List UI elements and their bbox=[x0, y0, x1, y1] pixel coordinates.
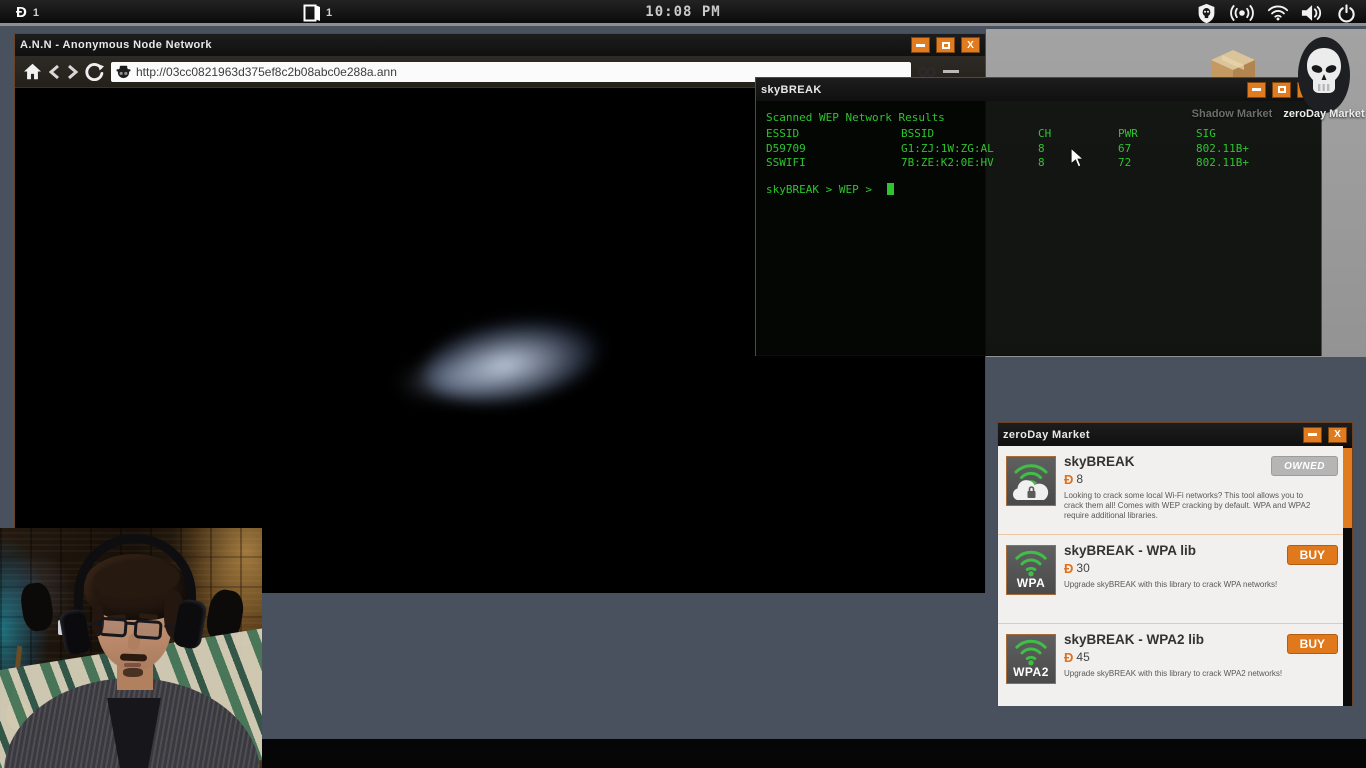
refresh-button[interactable] bbox=[85, 62, 104, 81]
glasses bbox=[86, 616, 177, 644]
close-button[interactable]: X bbox=[961, 37, 980, 53]
zeroday-market-icon[interactable] bbox=[1297, 36, 1351, 114]
close-button[interactable]: X bbox=[1328, 426, 1347, 443]
maximize-button[interactable] bbox=[1272, 81, 1291, 98]
table-row: SSWIFI 7B:ZE:K2:0E:HV 8 72 802.11B+ bbox=[766, 156, 1249, 169]
terminal-cursor bbox=[887, 183, 894, 195]
mouth bbox=[124, 663, 141, 667]
market-item-skybreak: skyBREAK Ð 8 Looking to crack some local… bbox=[998, 446, 1352, 535]
market-title: zeroDay Market bbox=[1003, 428, 1090, 441]
wifi-icon[interactable] bbox=[1267, 4, 1289, 22]
item-description: Upgrade skyBREAK with this library to cr… bbox=[1064, 669, 1283, 678]
market-list: skyBREAK Ð 8 Looking to crack some local… bbox=[998, 446, 1352, 706]
scrollbar-thumb[interactable] bbox=[1343, 448, 1352, 528]
terminal-prompt[interactable]: skyBREAK > WEP > bbox=[766, 183, 1315, 197]
coin-icon: Ð bbox=[1064, 471, 1074, 487]
toolbar-extra-icon[interactable] bbox=[918, 66, 936, 78]
toolbar-dash-icon[interactable] bbox=[943, 70, 959, 73]
browser-titlebar[interactable]: A.N.N - Anonymous Node Network X bbox=[15, 34, 985, 56]
system-topbar: Ð 1 1 10:08 PM bbox=[0, 0, 1366, 26]
wpa2-label: WPA2 bbox=[1013, 665, 1049, 679]
skybreak-titlebar[interactable]: skyBREAK X bbox=[756, 78, 1321, 101]
game-screen: Ð 1 1 10:08 PM A.N.N - Anonymous Node Ne… bbox=[0, 0, 1366, 768]
market-item-wpa2-lib: WPA2 skyBREAK - WPA2 lib Ð 45 Upgrade sk… bbox=[998, 624, 1352, 706]
skybreak-app-icon bbox=[1006, 456, 1056, 506]
coin-icon: Ð bbox=[1064, 649, 1074, 665]
browser-title: A.N.N - Anonymous Node Network bbox=[20, 39, 212, 51]
wpa2-lib-icon: WPA2 bbox=[1006, 634, 1056, 684]
item-description: Looking to crack some local Wi-Fi networ… bbox=[1064, 491, 1311, 520]
maximize-button[interactable] bbox=[936, 37, 955, 53]
mouse-cursor bbox=[1070, 147, 1086, 168]
coin-icon: Ð bbox=[1064, 560, 1074, 576]
owned-button[interactable]: OWNED bbox=[1271, 456, 1338, 476]
zeroday-market-label[interactable]: zeroDay Market bbox=[1259, 108, 1366, 120]
back-button[interactable] bbox=[49, 64, 60, 80]
table-header: ESSID BSSID CH PWR SIG bbox=[766, 127, 1216, 140]
minimize-button[interactable] bbox=[1247, 81, 1266, 98]
system-clock: 10:08 PM bbox=[645, 4, 721, 20]
shield-skull-icon[interactable] bbox=[1196, 3, 1217, 24]
market-titlebar[interactable]: zeroDay Market X bbox=[998, 423, 1352, 446]
facecam bbox=[0, 528, 262, 768]
wpa-label: WPA bbox=[1016, 576, 1046, 590]
home-button[interactable] bbox=[23, 63, 42, 80]
anonymous-icon bbox=[116, 65, 131, 78]
terminal-output[interactable]: Scanned WEP Network Results ESSID BSSID … bbox=[756, 101, 1321, 356]
buy-button[interactable]: BUY bbox=[1286, 634, 1338, 654]
minimize-button[interactable] bbox=[911, 37, 930, 53]
item-description: Upgrade skyBREAK with this library to cr… bbox=[1064, 580, 1278, 589]
buy-button[interactable]: BUY bbox=[1286, 545, 1338, 565]
power-icon[interactable] bbox=[1337, 3, 1356, 23]
market-item-wpa-lib: WPA skyBREAK - WPA lib Ð 30 Upgrade skyB… bbox=[998, 535, 1352, 624]
volume-icon[interactable] bbox=[1301, 3, 1325, 23]
minimize-button[interactable] bbox=[1303, 426, 1322, 443]
skybreak-title: skyBREAK bbox=[761, 83, 822, 96]
market-window: zeroDay Market X skyBREAK Ð 8 Looking to… bbox=[997, 422, 1353, 706]
wpa-lib-icon: WPA bbox=[1006, 545, 1056, 595]
mustache bbox=[119, 653, 148, 662]
broadcast-icon[interactable] bbox=[1229, 3, 1255, 23]
table-row: D59709 G1:ZJ:1W:ZG:AL 8 67 802.11B+ bbox=[766, 142, 1249, 155]
scrollbar[interactable] bbox=[1343, 446, 1352, 706]
url-text[interactable]: http://03cc0821963d375ef8c2b08abc0e288a.… bbox=[136, 65, 397, 79]
forward-button[interactable] bbox=[67, 64, 78, 80]
chin-beard bbox=[123, 668, 143, 677]
scan-result-header: Scanned WEP Network Results bbox=[766, 111, 945, 124]
